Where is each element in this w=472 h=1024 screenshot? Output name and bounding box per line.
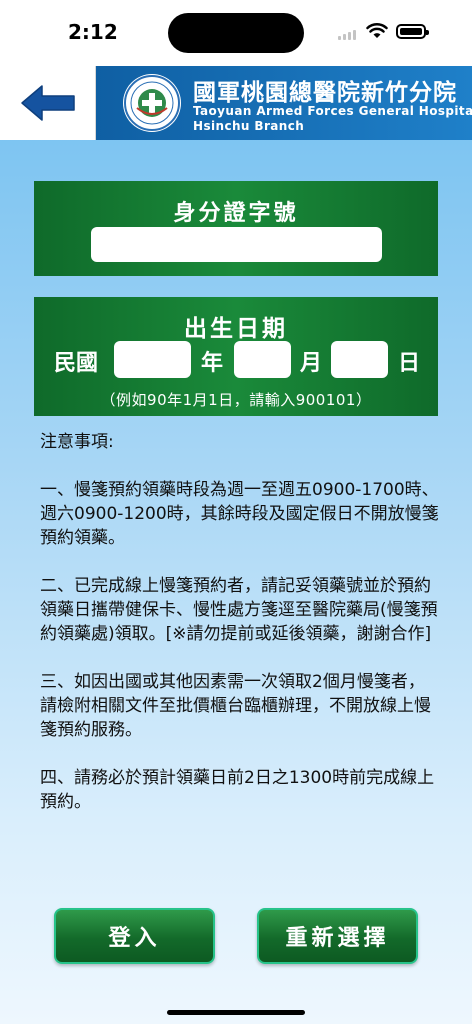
app-header: 國軍桃園總醫院新竹分院 Taoyuan Armed Forces General… — [0, 66, 472, 140]
year-label: 年 — [201, 351, 224, 376]
cellular-signal-icon — [338, 30, 356, 40]
birth-date-hint: （例如90年1月1日，請輸入900101） — [100, 391, 372, 409]
back-button[interactable] — [0, 66, 96, 140]
note-item: 二、已完成線上慢箋預約者，請記妥領藥號並於預約領藥日攜帶健保卡、慢性處方箋逕至醫… — [40, 576, 438, 644]
status-time: 2:12 — [68, 20, 118, 44]
battery-icon — [396, 24, 429, 39]
day-input[interactable] — [331, 341, 388, 378]
id-number-title: 身分證字號 — [173, 201, 299, 226]
reset-button[interactable]: 重新選擇 — [257, 908, 418, 964]
notes-section: 注意事項: 一、慢箋預約領藥時段為週一至週五0900-1700時、週六0900-… — [40, 430, 440, 838]
birth-date-panel: 出生日期 民國 年 月 日 （例如90年1月1日，請輸入900101） — [34, 297, 438, 416]
month-label: 月 — [300, 351, 323, 376]
id-number-input[interactable] — [91, 227, 382, 262]
note-item: 一、慢箋預約領藥時段為週一至週五0900-1700時、週六0900-1200時，… — [40, 480, 439, 548]
hospital-banner: 國軍桃園總醫院新竹分院 Taoyuan Armed Forces General… — [96, 66, 472, 140]
status-bar: 2:12 — [0, 0, 472, 66]
month-input[interactable] — [234, 341, 291, 378]
login-button[interactable]: 登入 — [54, 908, 215, 964]
birth-date-row: 民國 年 月 日 — [34, 341, 438, 378]
birth-date-title: 出生日期 — [184, 316, 288, 342]
year-input[interactable] — [114, 341, 191, 378]
home-indicator[interactable] — [167, 1010, 305, 1015]
wifi-icon — [366, 23, 388, 38]
hospital-name-zh: 國軍桃園總醫院新竹分院 — [193, 80, 457, 106]
era-label: 民國 — [54, 351, 99, 376]
day-label: 日 — [398, 351, 421, 376]
notes-heading: 注意事項: — [40, 432, 114, 452]
note-item: 三、如因出國或其他因素需一次領取2個月慢箋者，請檢附相關文件至批價櫃台臨櫃辦理，… — [40, 672, 431, 740]
hospital-logo — [123, 74, 181, 132]
dynamic-island — [168, 13, 304, 53]
id-number-panel: 身分證字號 — [34, 181, 438, 276]
note-item: 四、請務必於預計領藥日前2日之1300時前完成線上預約。 — [40, 768, 435, 812]
hospital-branch-en: Hsinchu Branch — [193, 119, 305, 133]
hospital-name-en: Taoyuan Armed Forces General Hospital — [193, 104, 472, 118]
arrow-left-icon — [20, 85, 75, 121]
